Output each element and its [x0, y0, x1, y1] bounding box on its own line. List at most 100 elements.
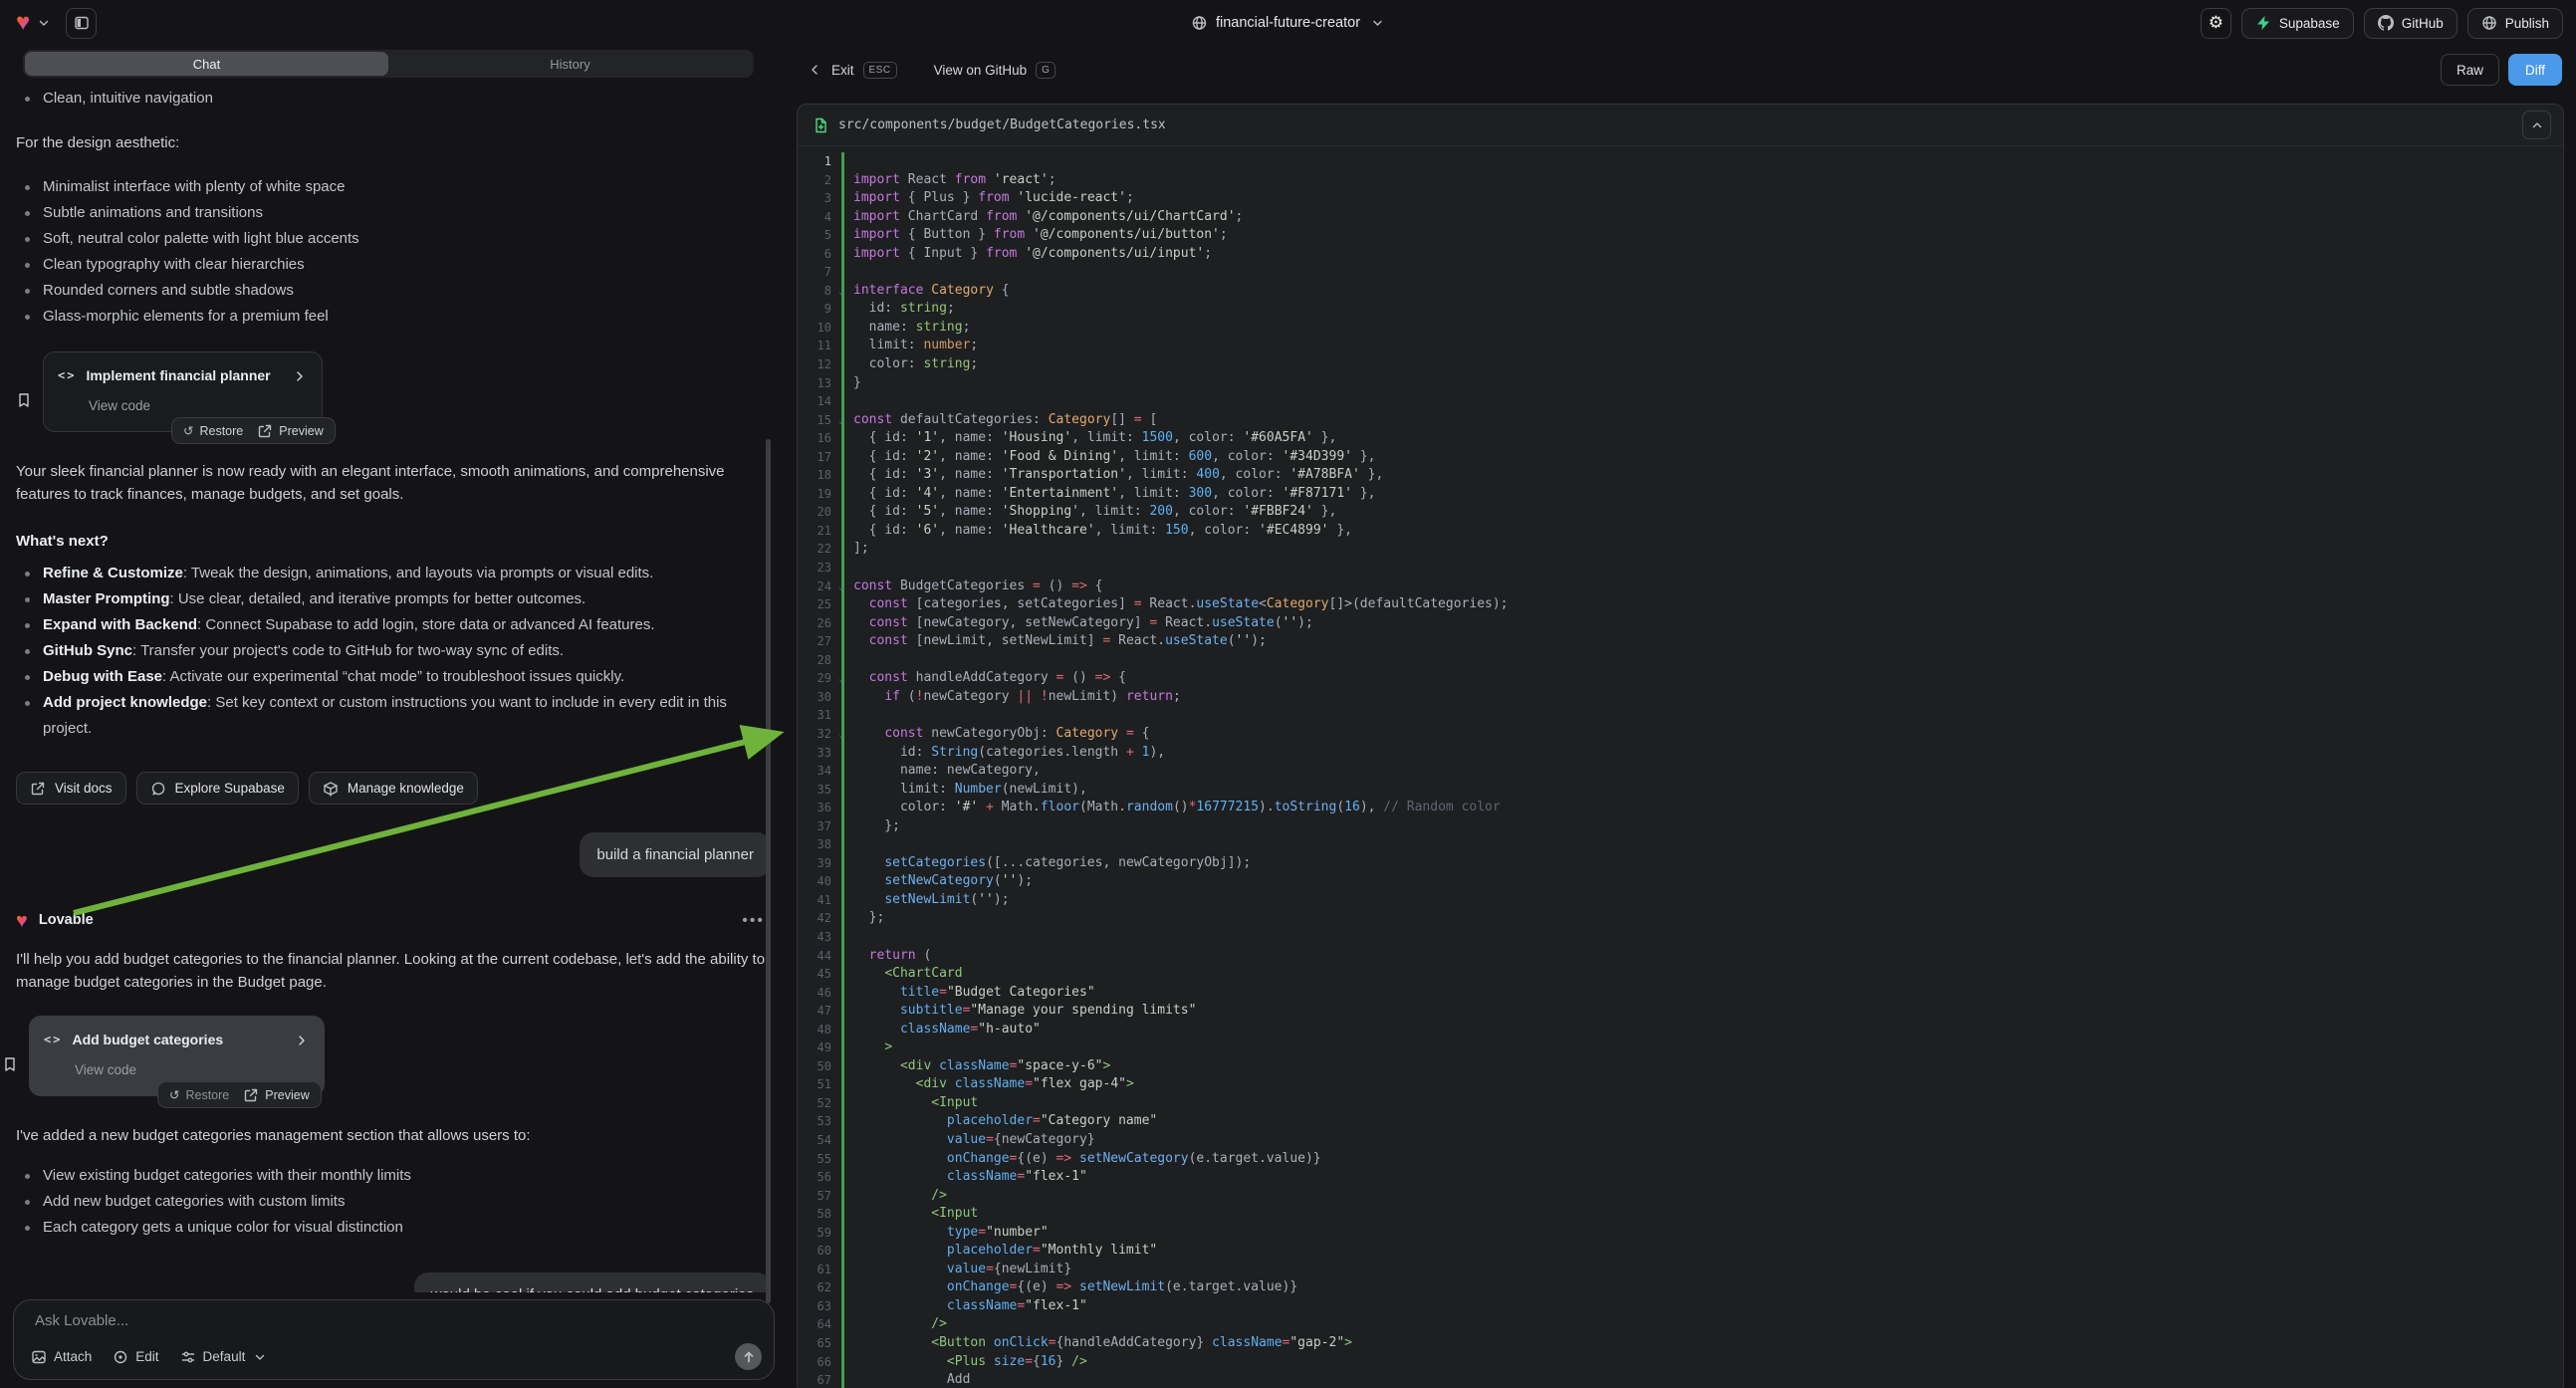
- target-icon: [113, 1349, 128, 1365]
- code-text: const handleAddCategory = () => {: [841, 669, 2563, 688]
- collapse-file-button[interactable]: [2522, 111, 2551, 139]
- line-number: 64: [798, 1315, 841, 1334]
- line-number: 7: [798, 263, 841, 282]
- list-item: Clean, intuitive navigation: [16, 86, 771, 112]
- line-number: 10: [798, 319, 841, 338]
- code-line: 54 value={newCategory}: [798, 1131, 2563, 1150]
- code-editor[interactable]: 12import React from 'react';3import { Pl…: [798, 146, 2563, 1388]
- bullet-dot: [25, 1226, 30, 1231]
- view-code-link[interactable]: View code: [89, 394, 308, 417]
- whats-next-heading: What's next?: [16, 530, 771, 553]
- globe-icon: [2481, 15, 2497, 31]
- bullet-text: Master Prompting: Use clear, detailed, a…: [43, 586, 585, 612]
- bullet-dot: [25, 597, 30, 602]
- assistant-text: Your sleek financial planner is now read…: [16, 460, 771, 506]
- bullet-text: Expand with Backend: Connect Supabase to…: [43, 612, 655, 638]
- preview-button[interactable]: Preview: [243, 1087, 309, 1103]
- card-toolbar: ↺ Restore Preview: [157, 1081, 322, 1108]
- attach-button[interactable]: Attach: [31, 1349, 92, 1365]
- settings-button[interactable]: ⚙: [2201, 8, 2231, 39]
- line-number: 35: [798, 781, 841, 800]
- bullet-dot: [25, 623, 30, 628]
- exit-button[interactable]: Exit ESC: [807, 62, 897, 79]
- code-text: { id: '1', name: 'Housing', limit: 1500,…: [841, 429, 2563, 448]
- ask-lovable-input[interactable]: [35, 1312, 714, 1329]
- edit-mode-button[interactable]: Edit: [113, 1349, 158, 1365]
- edit-card-add-budget-categories[interactable]: <> Add budget categories View code ↺ Res…: [29, 1016, 325, 1096]
- user-message-row: build a financial planner: [16, 832, 771, 877]
- fold-icon[interactable]: ⌄: [838, 283, 843, 302]
- line-number: 15⌄: [798, 411, 841, 430]
- code-text: />: [841, 1187, 2563, 1206]
- code-text: value={newLimit}: [841, 1261, 2563, 1279]
- line-number: 28: [798, 651, 841, 670]
- manage-knowledge-button[interactable]: Manage knowledge: [309, 772, 478, 805]
- bookmark-icon[interactable]: [16, 367, 32, 432]
- project-switcher[interactable]: financial-future-creator: [1191, 15, 1385, 31]
- edit-card-row: <> Implement financial planner View code…: [16, 351, 771, 432]
- line-number: 9: [798, 300, 841, 319]
- chat-scrollbar[interactable]: [766, 439, 771, 1303]
- publish-button[interactable]: Publish: [2467, 8, 2563, 39]
- code-text: { id: '2', name: 'Food & Dining', limit:…: [841, 448, 2563, 467]
- fold-icon[interactable]: ⌄: [838, 412, 843, 431]
- fold-icon[interactable]: ⌄: [838, 578, 843, 597]
- line-number: 4: [798, 208, 841, 227]
- code-text: [841, 835, 2563, 854]
- code-text: limit: Number(newLimit),: [841, 781, 2563, 800]
- supabase-button[interactable]: Supabase: [2241, 8, 2354, 39]
- send-button[interactable]: [735, 1343, 762, 1370]
- line-number: 2: [798, 171, 841, 190]
- github-label: GitHub: [2402, 16, 2444, 31]
- explore-supabase-button[interactable]: Explore Supabase: [136, 772, 299, 805]
- tab-chat[interactable]: Chat: [25, 52, 388, 76]
- list-item: Soft, neutral color palette with light b…: [16, 226, 771, 252]
- code-line: 53 placeholder="Category name": [798, 1112, 2563, 1131]
- restore-button[interactable]: ↺ Restore: [183, 423, 243, 438]
- image-icon: [31, 1349, 47, 1365]
- project-name: financial-future-creator: [1216, 15, 1360, 31]
- line-number: 50: [798, 1057, 841, 1076]
- lovable-logo[interactable]: ♥: [16, 11, 30, 35]
- code-text: const [categories, setCategories] = Reac…: [841, 595, 2563, 614]
- chevron-down-icon[interactable]: [36, 15, 52, 31]
- edit-card-implement-planner[interactable]: <> Implement financial planner View code…: [43, 351, 323, 432]
- line-number: 5: [798, 226, 841, 245]
- code-text: const defaultCategories: Category[] = [: [841, 411, 2563, 430]
- code-text: import { Button } from '@/components/ui/…: [841, 226, 2563, 245]
- code-text: interface Category {: [841, 282, 2563, 301]
- bullet-dot: [25, 1174, 30, 1179]
- line-number: 20: [798, 503, 841, 522]
- code-line: 40 setNewCategory('');: [798, 872, 2563, 891]
- code-text: [841, 706, 2563, 725]
- list-item: Master Prompting: Use clear, detailed, a…: [16, 586, 771, 612]
- restore-button[interactable]: ↺ Restore: [169, 1087, 229, 1102]
- preview-button[interactable]: Preview: [257, 423, 323, 439]
- bookmark-icon[interactable]: [2, 1032, 18, 1096]
- view-code-link[interactable]: View code: [75, 1058, 310, 1081]
- chevron-down-icon: [1369, 15, 1385, 31]
- list-item: Glass-morphic elements for a premium fee…: [16, 304, 771, 330]
- code-text: />: [841, 1315, 2563, 1334]
- bullet-text: Minimalist interface with plenty of whit…: [43, 174, 345, 200]
- code-text: name: newCategory,: [841, 762, 2563, 781]
- toggle-sidebar-button[interactable]: [66, 8, 97, 39]
- tab-history[interactable]: History: [388, 52, 752, 76]
- bullet-dot: [25, 572, 30, 577]
- raw-toggle-button[interactable]: Raw: [2441, 54, 2499, 86]
- bullet-text: Subtle animations and transitions: [43, 200, 263, 226]
- github-button[interactable]: GitHub: [2364, 8, 2458, 39]
- code-text: className="h-auto": [841, 1021, 2563, 1040]
- fold-icon[interactable]: ⌄: [838, 726, 843, 745]
- code-line: 43: [798, 928, 2563, 947]
- diff-toggle-button[interactable]: Diff: [2508, 54, 2562, 86]
- code-line: 2import React from 'react';: [798, 171, 2563, 190]
- code-line: 39 setCategories([...categories, newCate…: [798, 854, 2563, 873]
- code-text: className="flex-1": [841, 1168, 2563, 1187]
- lovable-heart-icon: ♥: [16, 911, 28, 931]
- bullet-text: Add new budget categories with custom li…: [43, 1189, 345, 1215]
- view-on-github-button[interactable]: View on GitHub G: [934, 62, 1056, 79]
- fold-icon[interactable]: ⌄: [838, 670, 843, 689]
- visit-docs-button[interactable]: Visit docs: [16, 772, 126, 805]
- mode-select[interactable]: Default: [180, 1349, 269, 1365]
